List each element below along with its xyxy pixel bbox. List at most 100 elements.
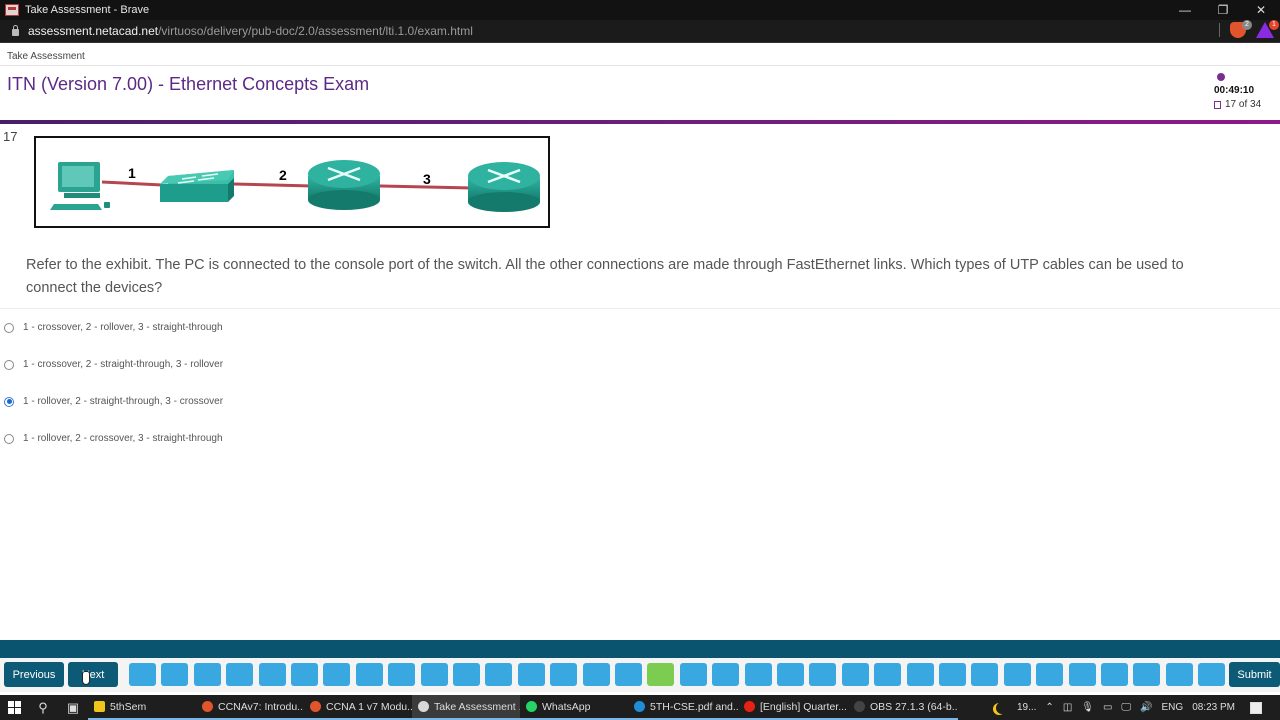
question-square[interactable] [712,663,740,686]
taskbar-app[interactable]: CCNA 1 v7 Modu... [304,695,412,720]
question-square-current[interactable] [647,663,675,686]
question-square[interactable] [550,663,578,686]
router-icon [468,162,540,212]
question-square[interactable] [777,663,804,686]
question-square[interactable] [323,663,351,686]
brave-icon [310,701,321,712]
taskbar-app[interactable]: 5TH-CSE.pdf and... [628,695,738,720]
answer-radio[interactable] [4,433,14,444]
question-square[interactable] [1101,663,1128,686]
youtube-icon [744,701,755,712]
question-square[interactable] [161,663,189,686]
next-button[interactable]: Next [68,662,118,687]
question-square[interactable] [420,663,448,686]
question-square[interactable] [485,663,513,686]
answer-label: 1 - rollover, 2 - straight-through, 3 - … [23,396,224,407]
question-square[interactable] [517,663,545,686]
question-square[interactable] [129,663,156,686]
question-square[interactable] [582,663,610,686]
question-square[interactable] [809,663,837,686]
search-icon[interactable]: ⚲ [28,695,58,720]
question-divider [0,308,1280,309]
start-button[interactable] [0,695,28,720]
time-remaining: 00:49:10 [1214,85,1255,96]
question-square[interactable] [841,663,869,686]
question-square[interactable] [453,663,480,686]
previous-button[interactable]: Previous [4,662,64,687]
question-square[interactable] [226,663,254,686]
question-square[interactable] [971,663,999,686]
question-square[interactable] [1198,663,1226,686]
question-square[interactable] [1068,663,1096,686]
camera-icon[interactable]: ◫ [1063,702,1072,713]
taskbar-app[interactable]: Take Assessment ... [412,695,520,720]
address-bar[interactable]: assessment.netacad.net/virtuoso/delivery… [0,20,1280,43]
question-square[interactable] [1133,663,1161,686]
taskbar-app[interactable]: 5thSem [88,695,196,720]
taskbar-apps: 5thSem CCNAv7: Introdu... CCNA 1 v7 Modu..… [88,695,958,720]
question-square[interactable] [193,663,221,686]
brave-icon [202,701,213,712]
question-square[interactable] [1036,663,1064,686]
url-path[interactable]: /virtuoso/delivery/pub-doc/2.0/assessmen… [158,24,473,38]
router-icon [308,160,380,210]
link-1 [101,180,163,187]
question-square[interactable] [874,663,902,686]
taskbar-app[interactable]: [English] Quarter... [738,695,848,720]
question-square[interactable] [1165,663,1193,686]
brave-rewards-icon[interactable]: 1 [1256,20,1279,38]
answer-radio[interactable] [4,322,14,333]
network-icon[interactable]: 🖵 [1121,702,1131,713]
answer-option[interactable]: 1 - rollover, 2 - crossover, 3 - straigh… [4,433,223,444]
question-number: 17 [3,129,18,144]
rewards-badge: 1 [1269,20,1279,30]
question-counter-text: 17 of 34 [1225,99,1262,110]
notification-icon[interactable] [1250,701,1262,714]
minimize-button[interactable]: — [1166,0,1204,20]
page-icon [1214,100,1221,109]
question-square[interactable] [939,663,966,686]
lock-icon[interactable] [12,24,19,36]
tray-overflow-icon[interactable]: ⌃ [1045,702,1053,713]
weather-moon-icon[interactable] [996,702,1008,714]
answer-radio-selected[interactable] [4,396,14,407]
taskbar-app[interactable]: CCNAv7: Introdu... [196,695,304,720]
language-indicator[interactable]: ENG [1162,702,1184,713]
answer-option[interactable]: 1 - crossover, 2 - rollover, 3 - straigh… [4,322,223,333]
link-label-1: 1 [128,165,136,181]
question-square[interactable] [258,663,286,686]
link-label-3: 3 [423,171,431,187]
taskbar-app-label: OBS 27.1.3 (64-b... [870,700,958,713]
answer-option[interactable]: 1 - crossover, 2 - straight-through, 3 -… [4,359,223,370]
clock[interactable]: 08:23 PM [1192,702,1235,713]
weather-text[interactable]: 19... [1017,702,1036,713]
question-square[interactable] [615,663,642,686]
taskbar-app-label: CCNAv7: Introdu... [218,700,304,713]
question-square[interactable] [744,663,772,686]
taskbar-app[interactable]: WhatsApp [520,695,628,720]
restore-button[interactable]: ❐ [1204,0,1242,20]
volume-icon[interactable]: 🔊 [1140,702,1152,713]
answer-label: 1 - rollover, 2 - crossover, 3 - straigh… [23,433,223,444]
folder-icon [94,701,105,712]
taskbar-app[interactable]: OBS 27.1.3 (64-b... [848,695,958,720]
question-square[interactable] [906,663,934,686]
question-square[interactable] [388,663,416,686]
battery-icon[interactable]: ▭ [1103,702,1112,713]
microphone-icon[interactable]: 🎙 [1081,702,1094,713]
answer-option[interactable]: 1 - rollover, 2 - straight-through, 3 - … [4,396,223,407]
submit-button[interactable]: Submit [1229,662,1280,687]
taskbar-app-label: Take Assessment ... [434,700,520,713]
brave-shields-icon[interactable]: 2 [1230,20,1252,38]
close-button[interactable]: ✕ [1242,0,1280,20]
question-square[interactable] [291,663,318,686]
answer-radio[interactable] [4,359,14,370]
pc-icon [50,162,110,210]
question-square[interactable] [1003,663,1031,686]
url-host[interactable]: assessment.netacad.net [28,24,158,38]
breadcrumb-divider [0,65,1280,66]
taskbar-app-label: WhatsApp [542,700,591,713]
question-square[interactable] [355,663,383,686]
task-view-icon[interactable]: ▣ [58,695,88,720]
question-square[interactable] [679,663,707,686]
